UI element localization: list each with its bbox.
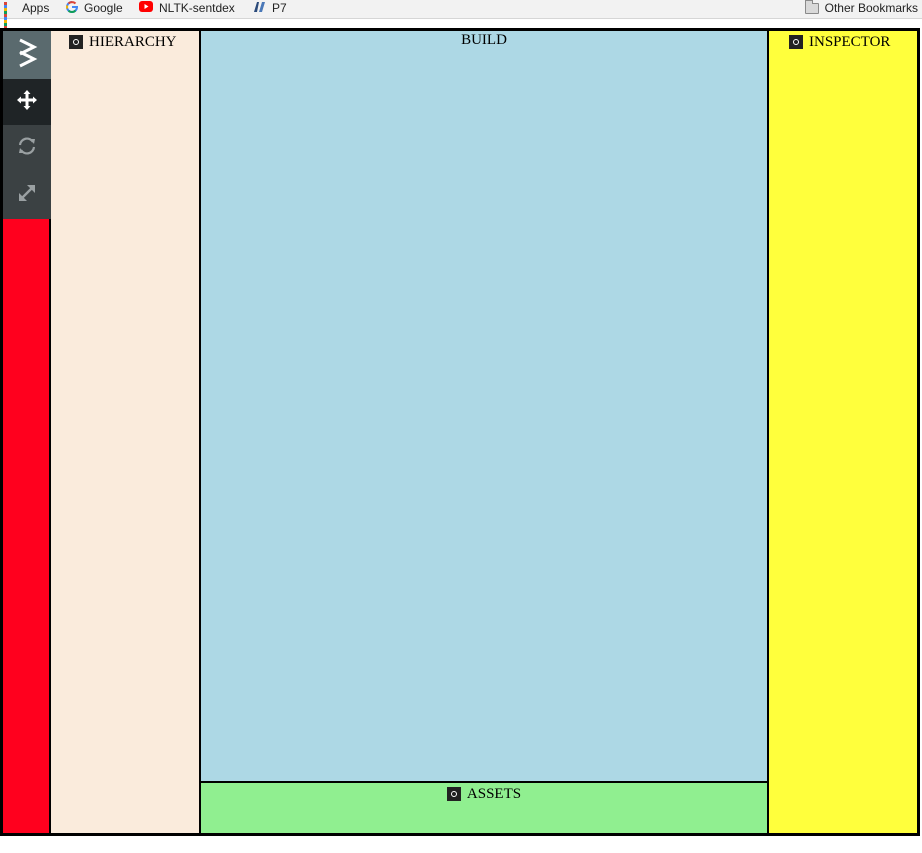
assets-header: ASSETS (201, 783, 767, 805)
hierarchy-title: HIERARCHY (89, 33, 177, 50)
google-icon (65, 0, 79, 16)
bookmark-nltk-label: NLTK-sentdex (159, 1, 235, 15)
bookmark-google[interactable]: Google (65, 0, 123, 16)
inspector-title: INSPECTOR (809, 33, 891, 50)
scale-tool-button[interactable] (3, 171, 51, 219)
youtube-icon (139, 1, 153, 15)
logo-button[interactable] (3, 31, 51, 79)
scale-icon (16, 182, 38, 209)
folder-icon (804, 0, 819, 14)
bookmark-apps[interactable]: Apps (4, 0, 50, 29)
rotate-tool-button[interactable] (3, 125, 51, 171)
tool-sidebar (3, 31, 51, 833)
move-tool-button[interactable] (3, 79, 51, 125)
inspector-header: INSPECTOR (789, 31, 890, 53)
bookmarks-bar: Apps Google NLTK-sentdex P7 Other Bookma… (0, 0, 922, 29)
logo-chevrons-icon (16, 37, 38, 74)
bookmark-apps-label: Apps (22, 1, 50, 15)
bookmark-p7[interactable]: P7 (253, 0, 287, 16)
panel-menu-icon[interactable] (446, 787, 461, 801)
build-title: BUILD (461, 31, 507, 48)
panel-menu-icon[interactable] (69, 35, 83, 49)
apps-grid-icon (4, 2, 16, 29)
hierarchy-header: HIERARCHY (69, 31, 177, 53)
bookmark-google-label: Google (84, 1, 123, 15)
bookmark-p7-label: P7 (272, 1, 287, 15)
assets-panel[interactable]: ASSETS (201, 781, 767, 833)
panel-menu-icon[interactable] (789, 35, 803, 49)
other-bookmarks-label: Other Bookmarks (824, 1, 918, 15)
build-header: BUILD (201, 29, 767, 51)
inspector-panel[interactable]: INSPECTOR (767, 31, 917, 833)
hierarchy-panel[interactable]: HIERARCHY (51, 31, 201, 833)
other-bookmarks[interactable]: Other Bookmarks (804, 0, 918, 16)
site-icon (253, 1, 266, 16)
assets-title: ASSETS (466, 785, 522, 802)
rotate-icon (16, 135, 38, 162)
editor-frame: HIERARCHY BUILD ASSETS INSPECTOR (0, 28, 920, 836)
move-arrows-icon (16, 89, 38, 116)
bookmark-nltk-sentdex[interactable]: NLTK-sentdex (139, 0, 235, 16)
build-panel[interactable]: BUILD (201, 31, 767, 781)
